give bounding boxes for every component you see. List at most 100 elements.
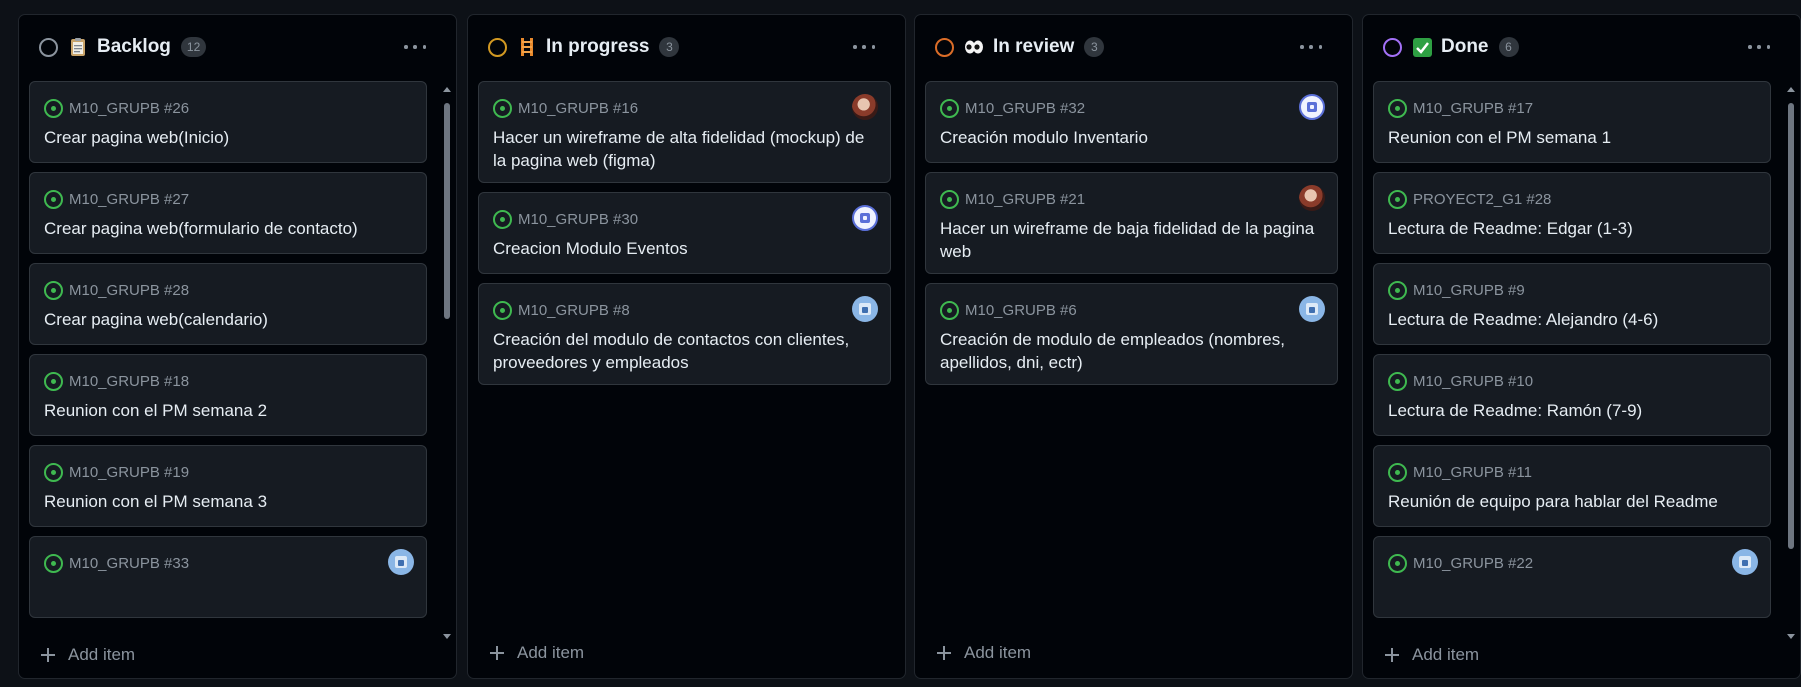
- column-menu-button[interactable]: [404, 43, 426, 51]
- issue-card[interactable]: M10_GRUPB #19 Reunion con el PM semana 3: [29, 445, 427, 527]
- assignee-avatar[interactable]: [1732, 549, 1758, 575]
- column-title: Done: [1441, 36, 1489, 57]
- issue-opened-icon: [44, 371, 63, 391]
- scrollbar[interactable]: [1784, 81, 1798, 647]
- issue-card[interactable]: M10_GRUPB #28 Crear pagina web(calendari…: [29, 263, 427, 345]
- column-title: Backlog: [97, 36, 171, 57]
- column-backlog: Backlog 12 M10_GRUPB #26 Crear pagina we…: [18, 14, 457, 679]
- issue-reference: M10_GRUPB #17: [1388, 97, 1533, 119]
- add-item-button[interactable]: Add item: [490, 630, 584, 676]
- assignee-avatar[interactable]: [852, 94, 878, 120]
- status-circle-icon: [39, 37, 58, 57]
- issue-title[interactable]: Crear pagina web(calendario): [44, 308, 412, 331]
- assignee-avatar[interactable]: [1299, 185, 1325, 211]
- project-board: Backlog 12 M10_GRUPB #26 Crear pagina we…: [0, 0, 1801, 687]
- issue-card[interactable]: PROYECT2_G1 #28 Lectura de Readme: Edgar…: [1373, 172, 1771, 254]
- issue-opened-icon: [493, 209, 512, 229]
- issue-opened-icon: [1388, 462, 1407, 482]
- scrollbar[interactable]: [440, 81, 454, 647]
- issue-ref-text: M10_GRUPB #6: [965, 301, 1077, 319]
- issue-reference: M10_GRUPB #11: [1388, 461, 1532, 483]
- issue-card[interactable]: M10_GRUPB #10 Lectura de Readme: Ramón (…: [1373, 354, 1771, 436]
- card-list: M10_GRUPB #16 Hacer un wireframe de alta…: [478, 81, 905, 647]
- issue-opened-icon: [44, 280, 63, 300]
- issue-ref-text: M10_GRUPB #28: [69, 281, 190, 299]
- column-menu-button[interactable]: [1748, 43, 1770, 51]
- issue-reference: M10_GRUPB #16: [493, 97, 638, 119]
- issue-card[interactable]: M10_GRUPB #8 Creación del modulo de cont…: [478, 283, 891, 385]
- issue-reference: M10_GRUPB #33: [44, 552, 189, 574]
- status-circle-icon: [935, 37, 954, 57]
- scroll-thumb[interactable]: [444, 103, 450, 319]
- assignee-avatar[interactable]: [1299, 296, 1325, 322]
- scroll-up-icon[interactable]: [443, 87, 451, 92]
- issue-title[interactable]: Creación modulo Inventario: [940, 126, 1323, 149]
- card-list: M10_GRUPB #32 Creación modulo Inventario…: [925, 81, 1352, 647]
- issue-ref-text: M10_GRUPB #10: [1413, 372, 1534, 390]
- issue-card[interactable]: M10_GRUPB #17 Reunion con el PM semana 1: [1373, 81, 1771, 163]
- issue-title[interactable]: Hacer un wireframe de alta fidelidad (mo…: [493, 126, 876, 172]
- column-header: Done 6: [1363, 15, 1800, 79]
- issue-card[interactable]: M10_GRUPB #30 Creacion Modulo Eventos: [478, 192, 891, 274]
- scroll-down-icon[interactable]: [443, 634, 451, 639]
- issue-opened-icon: [493, 98, 512, 118]
- issue-card[interactable]: M10_GRUPB #26 Crear pagina web(Inicio): [29, 81, 427, 163]
- issue-title[interactable]: Reunion con el PM semana 1: [1388, 126, 1756, 149]
- status-circle-icon: [488, 37, 507, 57]
- issue-ref-text: M10_GRUPB #16: [518, 99, 639, 117]
- issue-title[interactable]: Hacer un wireframe de baja fidelidad de …: [940, 217, 1323, 263]
- column-menu-button[interactable]: [1300, 43, 1322, 51]
- assignee-avatar[interactable]: [852, 205, 878, 231]
- card-list: M10_GRUPB #26 Crear pagina web(Inicio) M…: [29, 81, 456, 647]
- issue-ref-text: M10_GRUPB #17: [1413, 99, 1534, 117]
- issue-title[interactable]: Creacion Modulo Eventos: [493, 237, 876, 260]
- add-item-button[interactable]: Add item: [937, 630, 1031, 676]
- issue-card[interactable]: M10_GRUPB #6 Creación de modulo de emple…: [925, 283, 1338, 385]
- issue-card[interactable]: M10_GRUPB #9 Lectura de Readme: Alejandr…: [1373, 263, 1771, 345]
- issue-opened-icon: [1388, 280, 1407, 300]
- column-menu-button[interactable]: [853, 43, 875, 51]
- issue-card[interactable]: M10_GRUPB #27 Crear pagina web(formulari…: [29, 172, 427, 254]
- issue-title[interactable]: Crear pagina web(Inicio): [44, 126, 412, 149]
- issue-title[interactable]: Reunion con el PM semana 3: [44, 490, 412, 513]
- issue-reference: M10_GRUPB #22: [1388, 552, 1533, 574]
- issue-opened-icon: [493, 300, 512, 320]
- issue-card[interactable]: M10_GRUPB #18 Reunion con el PM semana 2: [29, 354, 427, 436]
- issue-title[interactable]: Crear pagina web(formulario de contacto): [44, 217, 412, 240]
- scroll-up-icon[interactable]: [1787, 87, 1795, 92]
- add-item-button[interactable]: Add item: [41, 632, 135, 678]
- issue-ref-text: M10_GRUPB #33: [69, 554, 190, 572]
- issue-card[interactable]: M10_GRUPB #22: [1373, 536, 1771, 618]
- issue-title[interactable]: Creación de modulo de empleados (nombres…: [940, 328, 1323, 374]
- issue-reference: PROYECT2_G1 #28: [1388, 188, 1551, 210]
- add-item-label: Add item: [517, 643, 585, 662]
- issue-card[interactable]: M10_GRUPB #11 Reunión de equipo para hab…: [1373, 445, 1771, 527]
- issue-card[interactable]: M10_GRUPB #32 Creación modulo Inventario: [925, 81, 1338, 163]
- issue-title[interactable]: Creación del modulo de contactos con cli…: [493, 328, 876, 374]
- issue-title[interactable]: Reunion con el PM semana 2: [44, 399, 412, 422]
- issue-card[interactable]: M10_GRUPB #33: [29, 536, 427, 618]
- column-title: In review: [993, 36, 1075, 57]
- issue-ref-text: M10_GRUPB #19: [69, 463, 190, 481]
- issue-opened-icon: [44, 462, 63, 482]
- issue-title[interactable]: Lectura de Readme: Edgar (1-3): [1388, 217, 1756, 240]
- assignee-avatar[interactable]: [852, 296, 878, 322]
- issue-reference: M10_GRUPB #28: [44, 279, 189, 301]
- issue-card[interactable]: M10_GRUPB #16 Hacer un wireframe de alta…: [478, 81, 891, 183]
- scroll-down-icon[interactable]: [1787, 634, 1795, 639]
- assignee-avatar[interactable]: [388, 549, 414, 575]
- issue-reference: M10_GRUPB #26: [44, 97, 189, 119]
- issue-title[interactable]: Lectura de Readme: Alejandro (4-6): [1388, 308, 1756, 331]
- add-item-button[interactable]: Add item: [1385, 632, 1479, 678]
- issue-reference: M10_GRUPB #27: [44, 188, 189, 210]
- issue-reference: M10_GRUPB #30: [493, 208, 638, 230]
- issue-ref-text: M10_GRUPB #32: [965, 99, 1086, 117]
- issue-reference: M10_GRUPB #18: [44, 370, 189, 392]
- assignee-avatar[interactable]: [1299, 94, 1325, 120]
- issue-card[interactable]: M10_GRUPB #21 Hacer un wireframe de baja…: [925, 172, 1338, 274]
- issue-title[interactable]: Reunión de equipo para hablar del Readme: [1388, 490, 1756, 513]
- column-in-progress: In progress 3 M10_GRUPB #16 Hacer un wir…: [467, 14, 906, 679]
- issue-opened-icon: [44, 553, 63, 573]
- issue-title[interactable]: Lectura de Readme: Ramón (7-9): [1388, 399, 1756, 422]
- scroll-thumb[interactable]: [1788, 103, 1794, 549]
